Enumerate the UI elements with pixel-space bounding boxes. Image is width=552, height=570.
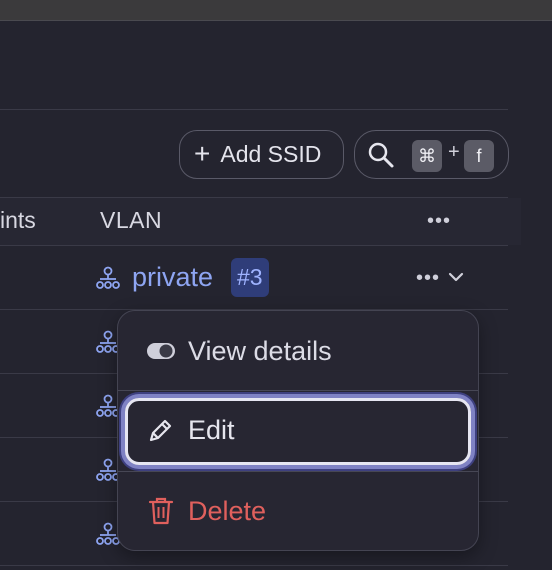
divider [0,109,508,110]
plus-icon: + [194,137,211,169]
network-icon [96,266,120,289]
trash-icon [148,497,174,525]
menu-item-label: Delete [188,495,267,526]
search-icon [368,142,394,168]
toggle-icon [147,343,175,359]
search-button[interactable]: ⌘ + f [354,130,509,179]
menu-item-label: View details [188,335,332,366]
column-header-points[interactable]: ints [0,207,36,234]
divider [0,245,508,246]
vlan-link[interactable]: private [132,262,213,293]
f-key-badge: f [464,140,494,172]
add-ssid-button[interactable]: + Add SSID [179,130,344,179]
menu-item-edit[interactable]: Edit [125,398,471,465]
add-ssid-label: Add SSID [220,141,322,167]
row-more-button[interactable]: ••• [416,267,440,290]
menu-item-delete[interactable]: Delete [118,493,478,529]
column-header-vlan[interactable]: VLAN [100,207,162,234]
pencil-icon [149,419,172,441]
menu-divider [118,390,478,391]
menu-item-label: Edit [188,415,235,445]
menu-item-view-details[interactable]: View details [118,333,478,369]
shortcut-plus: + [448,141,460,163]
cmd-key-badge: ⌘ [412,140,442,172]
row-actions-menu: View details Edit Delete [117,310,479,551]
window-top-bar [0,0,552,21]
row-divider [0,565,508,566]
column-options-button[interactable]: ••• [427,210,451,233]
menu-divider [118,471,478,472]
vlan-id-badge: #3 [231,258,269,297]
chevron-down-icon[interactable] [447,268,465,286]
